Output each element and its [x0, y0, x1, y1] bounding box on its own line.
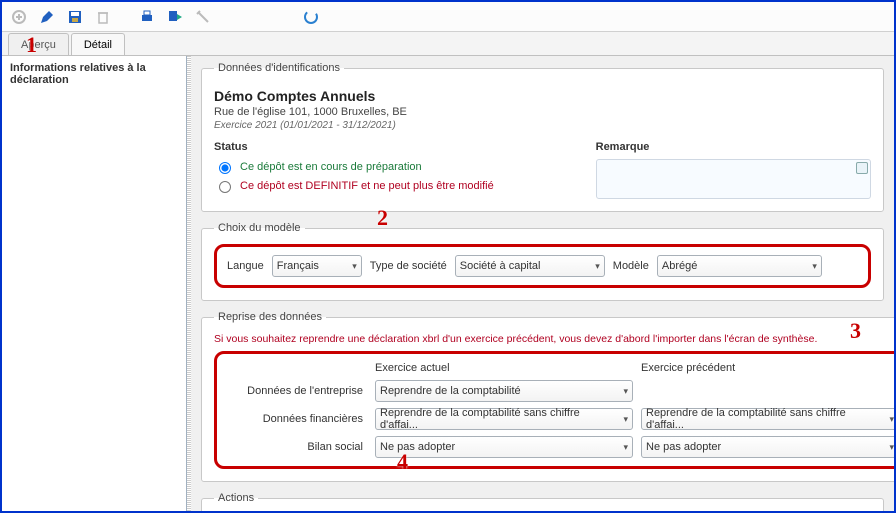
tab-strip: Aperçu Détail: [2, 32, 894, 56]
social-previous-select[interactable]: Ne pas adopter▾: [641, 436, 894, 458]
remark-input[interactable]: [596, 159, 871, 199]
edit-icon-button[interactable]: [36, 6, 58, 28]
remark-label: Remarque: [596, 141, 871, 153]
social-current-select[interactable]: Ne pas adopter▾: [375, 436, 633, 458]
sidebar-item-declaration-info[interactable]: Informations relatives à la déclaration: [10, 62, 178, 86]
language-select[interactable]: Français ▾: [272, 255, 362, 277]
chevron-down-icon: ▾: [352, 261, 357, 272]
print-icon-button[interactable]: [136, 6, 158, 28]
reprise-warning: Si vous souhaitez reprendre une déclarat…: [214, 333, 894, 345]
add-icon-button[interactable]: [8, 6, 30, 28]
delete-icon-button[interactable]: [92, 6, 114, 28]
tool-icon-button[interactable]: [192, 6, 214, 28]
chevron-down-icon: ▾: [623, 414, 628, 425]
chevron-down-icon: ▾: [889, 442, 894, 453]
annotation-frame-3: Exercice actuel Exercice précédent Donné…: [214, 351, 894, 469]
chevron-down-icon: ▾: [623, 386, 628, 397]
tab-apercu[interactable]: Aperçu: [8, 33, 69, 55]
financial-previous-select[interactable]: Reprendre de la comptabilité sans chiffr…: [641, 408, 894, 430]
reprise-legend: Reprise des données: [214, 311, 326, 323]
language-label: Langue: [227, 260, 264, 272]
section-reprise: Reprise des données Si vous souhaitez re…: [201, 311, 894, 482]
model-select[interactable]: Abrégé ▾: [657, 255, 822, 277]
save-icon-button[interactable]: [64, 6, 86, 28]
section-model: Choix du modèle Langue Français ▾ Type d…: [201, 222, 884, 301]
col-header-current: Exercice actuel: [375, 362, 633, 374]
row-label-social: Bilan social: [227, 441, 367, 453]
chevron-down-icon: ▾: [812, 261, 817, 272]
model-legend: Choix du modèle: [214, 222, 305, 234]
tab-detail[interactable]: Détail: [71, 33, 125, 55]
chevron-down-icon: ▾: [889, 414, 894, 425]
status-radio-definitif[interactable]: [219, 181, 231, 193]
financial-current-select[interactable]: Reprendre de la comptabilité sans chiffr…: [375, 408, 633, 430]
identification-legend: Données d'identifications: [214, 62, 344, 74]
annotation-frame-2: Langue Français ▾ Type de société Sociét…: [214, 244, 871, 288]
chevron-down-icon: ▾: [623, 442, 628, 453]
status-radio-preparation[interactable]: [219, 162, 231, 174]
company-name: Démo Comptes Annuels: [214, 88, 871, 104]
spinner-icon: [300, 6, 322, 28]
sidebar: Informations relatives à la déclaration: [2, 56, 187, 511]
row-label-enterprise: Données de l'entreprise: [227, 385, 367, 397]
status-opt-preparation[interactable]: Ce dépôt est en cours de préparation: [214, 159, 556, 174]
export-icon-button[interactable]: [164, 6, 186, 28]
actions-legend: Actions: [214, 492, 258, 504]
col-header-previous: Exercice précédent: [641, 362, 894, 374]
content-area: Données d'identifications Démo Comptes A…: [191, 56, 894, 511]
status-label: Status: [214, 141, 556, 153]
toolbar: [2, 2, 894, 32]
section-actions: Actions Créer la déclaration: [201, 492, 884, 511]
model-label: Modèle: [613, 260, 649, 272]
company-address: Rue de l'église 101, 1000 Bruxelles, BE: [214, 106, 871, 118]
chevron-down-icon: ▾: [595, 261, 600, 272]
company-type-select[interactable]: Société à capital ▾: [455, 255, 605, 277]
row-label-financial: Données financières: [227, 413, 367, 425]
company-type-label: Type de société: [370, 260, 447, 272]
section-identification: Données d'identifications Démo Comptes A…: [201, 62, 884, 212]
status-opt-definitif[interactable]: Ce dépôt est DEFINITIF et ne peut plus ê…: [214, 178, 556, 193]
enterprise-current-select[interactable]: Reprendre de la comptabilité▾: [375, 380, 633, 402]
company-exercise: Exercice 2021 (01/01/2021 - 31/12/2021): [214, 120, 871, 131]
